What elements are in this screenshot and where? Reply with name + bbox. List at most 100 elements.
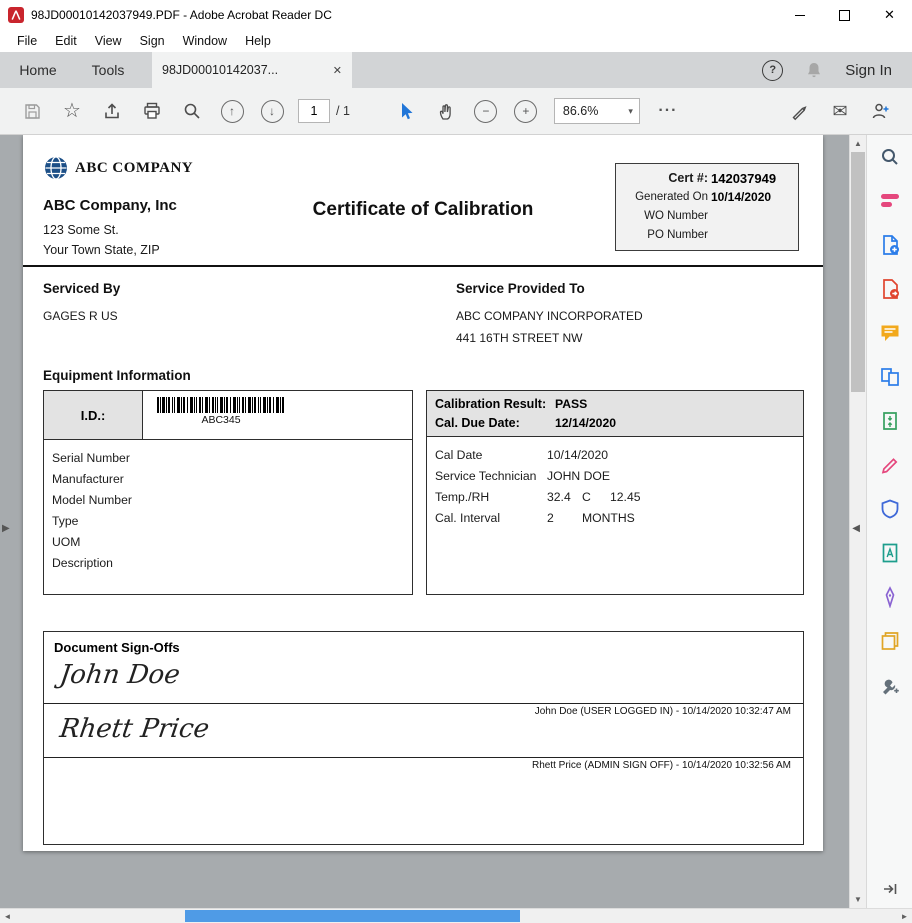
signature-rhett-price: Rhett Price (58, 714, 211, 744)
mail-icon: ✉ (832, 102, 847, 120)
previous-page-button[interactable]: ↑ (212, 94, 252, 128)
fill-sign-button[interactable] (867, 575, 912, 619)
combine-files-icon (879, 366, 901, 388)
share-button[interactable] (92, 94, 132, 128)
export-pdf-icon (879, 278, 901, 300)
zoom-out-button[interactable]: − (466, 94, 506, 128)
email-button[interactable]: ✉ (820, 94, 860, 128)
menu-file[interactable]: File (8, 34, 46, 48)
page-navigation: / 1 (298, 99, 350, 123)
protect-pdf-button[interactable] (867, 487, 912, 531)
cal-interval-label: Cal. Interval (435, 508, 547, 529)
field-type: Type (52, 511, 412, 532)
tab-home[interactable]: Home (0, 52, 76, 88)
ellipsis-icon: ··· (658, 102, 677, 120)
vertical-scroll-thumb[interactable] (851, 152, 865, 392)
menu-window[interactable]: Window (174, 34, 236, 48)
share-with-others-button[interactable] (860, 94, 900, 128)
notifications-bell-icon[interactable] (805, 61, 823, 80)
search-tools-icon (879, 146, 901, 168)
find-button[interactable] (172, 94, 212, 128)
zoom-level-select[interactable]: 86.6% ▾ (554, 98, 640, 124)
menu-sign[interactable]: Sign (131, 34, 174, 48)
search-tools-button[interactable] (867, 135, 912, 179)
close-button[interactable]: ✕ (867, 0, 912, 30)
serviced-by-value: GAGES R US (43, 309, 118, 323)
menu-bar: File Edit View Sign Window Help (0, 30, 912, 52)
temp-unit: C (582, 487, 610, 508)
menu-edit[interactable]: Edit (46, 34, 86, 48)
service-provided-to-line1: ABC COMPANY INCORPORATED (456, 309, 643, 323)
menu-view[interactable]: View (86, 34, 131, 48)
next-page-button[interactable]: ↓ (252, 94, 292, 128)
cert-number-value: 142037949 (711, 169, 776, 188)
cert-number-label: Cert #: (616, 169, 711, 188)
minimize-button[interactable] (777, 0, 822, 30)
page-count-label: / 1 (336, 104, 350, 118)
service-provided-to-label: Service Provided To (456, 281, 585, 296)
scroll-up-button[interactable]: ▲ (850, 135, 866, 152)
maximize-button[interactable] (822, 0, 867, 30)
favorites-button[interactable]: ☆ (52, 94, 92, 128)
content-area: ABC COMPANY ABC Company, Inc 123 Some St… (0, 135, 912, 908)
vertical-scrollbar[interactable]: ▲ ▼ (849, 135, 866, 908)
expand-panel-icon (881, 880, 899, 898)
sign-document-button[interactable] (780, 94, 820, 128)
more-tools-button-sidebar[interactable] (867, 663, 912, 707)
sign-in-button[interactable]: Sign In (845, 62, 892, 79)
print-button[interactable] (132, 94, 172, 128)
left-panel-toggle[interactable]: ▶ (2, 523, 10, 534)
hand-tool-button[interactable] (426, 94, 466, 128)
stamp-button[interactable] (867, 619, 912, 663)
tab-tools[interactable]: Tools (76, 52, 140, 88)
compress-pdf-icon (879, 410, 901, 432)
temp-rh-label: Temp./RH (435, 487, 547, 508)
company-address-line1: 123 Some St. (43, 223, 119, 237)
equipment-fields: Serial Number Manufacturer Model Number … (44, 440, 412, 574)
scroll-right-button[interactable]: ► (897, 909, 912, 923)
zoom-in-button[interactable]: + (506, 94, 546, 128)
scroll-left-button[interactable]: ◄ (0, 909, 15, 923)
compress-pdf-button[interactable] (867, 399, 912, 443)
export-pdf-button[interactable] (867, 267, 912, 311)
minus-icon: − (474, 100, 497, 123)
select-tool-button[interactable] (386, 94, 426, 128)
cal-due-date-value: 12/14/2020 (555, 414, 616, 433)
combine-files-button[interactable] (867, 355, 912, 399)
more-options-button[interactable]: ··· (648, 94, 688, 128)
scan-ocr-button[interactable] (867, 531, 912, 575)
horizontal-scroll-thumb[interactable] (185, 910, 520, 922)
tab-close-icon[interactable]: ✕ (333, 64, 342, 77)
share-icon (102, 101, 122, 121)
save-button[interactable] (12, 94, 52, 128)
rh-value: 12.45 (610, 487, 641, 508)
create-pdf-button[interactable] (867, 223, 912, 267)
tab-document[interactable]: 98JD00010142037... ✕ (152, 52, 352, 88)
edit-pdf-button[interactable] (867, 443, 912, 487)
acrobat-window: 98JD00010142037949.PDF - Adobe Acrobat R… (0, 0, 912, 923)
service-provided-to-line2: 441 16TH STREET NW (456, 331, 582, 345)
barcode-text: ABC345 (157, 414, 285, 426)
scroll-down-button[interactable]: ▼ (850, 891, 866, 908)
stamp-pages-icon (879, 630, 901, 652)
organize-pages-button[interactable] (867, 179, 912, 223)
document-canvas[interactable]: ABC COMPANY ABC Company, Inc 123 Some St… (0, 135, 849, 908)
help-button[interactable]: ? (762, 60, 783, 81)
cal-interval-value: 2 (547, 508, 582, 529)
comment-button[interactable] (867, 311, 912, 355)
menu-help[interactable]: Help (236, 34, 280, 48)
field-model-number: Model Number (52, 490, 412, 511)
cal-due-date-label: Cal. Due Date: (435, 414, 555, 433)
minimize-icon (795, 15, 805, 16)
star-icon: ☆ (63, 101, 81, 121)
signature-line-1 (44, 703, 803, 704)
page-number-input[interactable] (298, 99, 330, 123)
field-serial-number: Serial Number (52, 448, 412, 469)
horizontal-scrollbar[interactable]: ◄ ► (0, 908, 912, 923)
expand-tools-panel-button[interactable] (867, 874, 912, 904)
equipment-heading: Equipment Information (43, 368, 191, 383)
temp-value: 32.4 (547, 487, 582, 508)
acrobat-logo-icon (8, 7, 24, 23)
serviced-by-label: Serviced By (43, 281, 120, 296)
tools-panel-collapse-toggle[interactable]: ◀ (852, 523, 860, 534)
